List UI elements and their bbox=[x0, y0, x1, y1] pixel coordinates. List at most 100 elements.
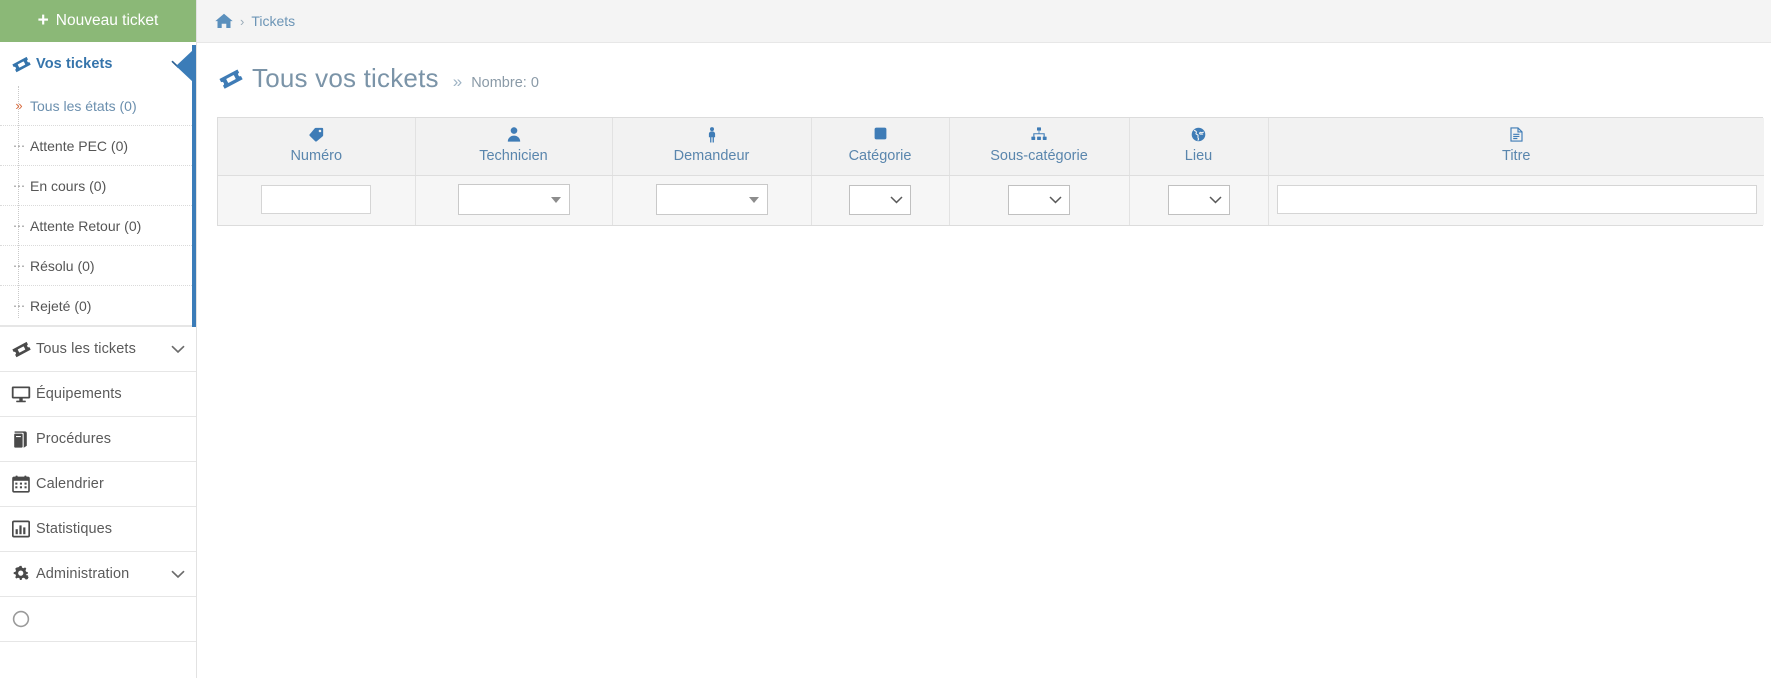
calendar-icon bbox=[6, 475, 36, 493]
main-content: › Tickets Tous vos tickets » Nombre: 0 N… bbox=[197, 0, 1771, 678]
tickets-table: Numéro Technicien Demandeur Catégorie So… bbox=[218, 118, 1764, 225]
sidebar-item-label: Vos tickets bbox=[36, 56, 113, 72]
sidebar-item-calendrier[interactable]: Calendrier bbox=[0, 462, 196, 506]
chevron-down-icon bbox=[550, 196, 561, 203]
page-title: Tous vos tickets bbox=[252, 63, 439, 93]
dash-marker-icon: ⋯ bbox=[13, 258, 25, 273]
sidebar-subitem-attente-retour[interactable]: ⋯ Attente Retour (0) bbox=[0, 206, 196, 246]
sidebar-item-statistiques[interactable]: Statistiques bbox=[0, 507, 196, 551]
table-filter-row bbox=[218, 175, 1764, 225]
sidebar-group-administration: Administration bbox=[0, 552, 196, 597]
ticket-count-label: Nombre: 0 bbox=[471, 75, 539, 91]
column-header-label: Catégorie bbox=[848, 148, 912, 164]
home-icon[interactable] bbox=[215, 13, 233, 29]
sidebar-item-administration[interactable]: Administration bbox=[0, 552, 196, 596]
sidebar-subitem-label: Attente PEC (0) bbox=[30, 137, 129, 154]
column-header-technicien[interactable]: Technicien bbox=[415, 118, 613, 176]
filter-technicien-select[interactable] bbox=[457, 184, 570, 215]
column-header-numero[interactable]: Numéro bbox=[218, 118, 416, 176]
sidebar-item-label: Procédures bbox=[36, 431, 112, 447]
sidebar-group-calendrier: Calendrier bbox=[0, 462, 196, 507]
filter-cell-numero bbox=[218, 175, 416, 225]
sidebar-subitem-tous-les-etats[interactable]: » Tous les états (0) bbox=[0, 86, 196, 126]
chevron-down-icon bbox=[171, 567, 185, 581]
filter-cell-categorie bbox=[811, 175, 950, 225]
filter-cell-technicien bbox=[415, 175, 613, 225]
page-header: Tous vos tickets » Nombre: 0 bbox=[197, 43, 1771, 94]
sidebar-subitem-resolu[interactable]: ⋯ Résolu (0) bbox=[0, 246, 196, 286]
person-icon bbox=[617, 127, 807, 144]
sidebar-item-label: Administration bbox=[36, 566, 130, 582]
filter-demandeur-select[interactable] bbox=[655, 184, 768, 215]
column-header-label: Demandeur bbox=[673, 148, 750, 164]
sidebar-subitem-label: Résolu (0) bbox=[30, 257, 95, 274]
gears-icon bbox=[6, 565, 36, 583]
ticket-icon bbox=[219, 67, 243, 91]
sidebar-subitem-en-cours[interactable]: ⋯ En cours (0) bbox=[0, 166, 196, 206]
filter-numero-input[interactable] bbox=[261, 185, 372, 214]
sidebar-subnav-vos-tickets: » Tous les états (0) ⋯ Attente PEC (0) ⋯… bbox=[0, 86, 196, 326]
chevron-down-icon bbox=[890, 195, 903, 204]
square-icon bbox=[816, 127, 945, 144]
sidebar-item-label: Statistiques bbox=[36, 521, 113, 537]
sidebar-subitem-label: En cours (0) bbox=[30, 177, 107, 194]
sidebar-item-equipements[interactable]: Équipements bbox=[0, 372, 196, 416]
breadcrumb-separator: › bbox=[240, 13, 245, 29]
sidebar-group-equipements: Équipements bbox=[0, 372, 196, 417]
chevron-down-icon bbox=[748, 196, 759, 203]
filter-cell-lieu bbox=[1129, 175, 1269, 225]
sidebar-subitem-label: Tous les états (0) bbox=[30, 97, 137, 114]
dash-marker-icon: ⋯ bbox=[13, 178, 25, 193]
breadcrumb: › Tickets bbox=[197, 0, 1771, 43]
new-ticket-label: Nouveau ticket bbox=[55, 12, 159, 29]
filter-lieu-select[interactable] bbox=[1167, 184, 1230, 215]
filter-cell-titre bbox=[1268, 175, 1764, 225]
sidebar-item-label: Tous les tickets bbox=[36, 341, 136, 357]
filter-cell-sous-categorie bbox=[949, 175, 1130, 225]
dash-marker-icon: ⋯ bbox=[13, 138, 25, 153]
double-chevron-right-icon: » bbox=[15, 98, 23, 113]
sidebar-subitem-label: Rejeté (0) bbox=[30, 297, 92, 314]
dash-marker-icon: ⋯ bbox=[13, 218, 25, 233]
sitemap-icon bbox=[954, 127, 1125, 144]
column-header-label: Sous-catégorie bbox=[990, 148, 1088, 164]
column-header-label: Numéro bbox=[290, 148, 343, 164]
sidebar-item-partial[interactable] bbox=[0, 597, 196, 641]
plus-icon: + bbox=[37, 9, 49, 31]
circle-icon bbox=[6, 610, 36, 628]
filter-cell-demandeur bbox=[612, 175, 812, 225]
sidebar-item-procedures[interactable]: Procédures bbox=[0, 417, 196, 461]
new-ticket-button[interactable]: + Nouveau ticket bbox=[0, 0, 196, 42]
filter-categorie-select[interactable] bbox=[849, 184, 911, 215]
sidebar-subitem-attente-pec[interactable]: ⋯ Attente PEC (0) bbox=[0, 126, 196, 166]
filter-sous-categorie-select[interactable] bbox=[1008, 184, 1070, 215]
ticket-icon bbox=[6, 340, 36, 359]
sidebar-item-vos-tickets[interactable]: Vos tickets bbox=[0, 42, 196, 86]
column-header-lieu[interactable]: Lieu bbox=[1129, 118, 1269, 176]
globe-icon bbox=[1134, 127, 1264, 144]
sidebar-item-label: Équipements bbox=[36, 386, 122, 402]
chevron-down-icon bbox=[1208, 195, 1222, 204]
column-header-label: Technicien bbox=[479, 148, 548, 164]
sidebar-subitem-rejete[interactable]: ⋯ Rejeté (0) bbox=[0, 286, 196, 326]
sidebar-group-statistiques: Statistiques bbox=[0, 507, 196, 552]
active-section-caret-icon bbox=[176, 50, 193, 82]
file-icon bbox=[1273, 127, 1761, 144]
title-separator: » bbox=[452, 72, 463, 91]
filter-titre-input[interactable] bbox=[1276, 185, 1757, 214]
breadcrumb-item-tickets[interactable]: Tickets bbox=[251, 13, 295, 29]
sidebar-group-tous-les-tickets: Tous les tickets bbox=[0, 327, 196, 372]
table-header-row: Numéro Technicien Demandeur Catégorie So… bbox=[218, 118, 1764, 176]
column-header-sous-categorie[interactable]: Sous-catégorie bbox=[949, 118, 1130, 176]
sidebar-group-partial bbox=[0, 597, 196, 642]
monitor-icon bbox=[6, 385, 36, 403]
user-icon bbox=[420, 127, 608, 144]
sidebar-item-label: Calendrier bbox=[36, 476, 104, 492]
column-header-categorie[interactable]: Catégorie bbox=[811, 118, 950, 176]
sidebar-group-procedures: Procédures bbox=[0, 417, 196, 462]
tag-icon bbox=[222, 127, 411, 144]
column-header-label: Titre bbox=[1502, 148, 1531, 164]
column-header-titre[interactable]: Titre bbox=[1268, 118, 1764, 176]
sidebar-item-tous-les-tickets[interactable]: Tous les tickets bbox=[0, 327, 196, 371]
column-header-demandeur[interactable]: Demandeur bbox=[612, 118, 812, 176]
